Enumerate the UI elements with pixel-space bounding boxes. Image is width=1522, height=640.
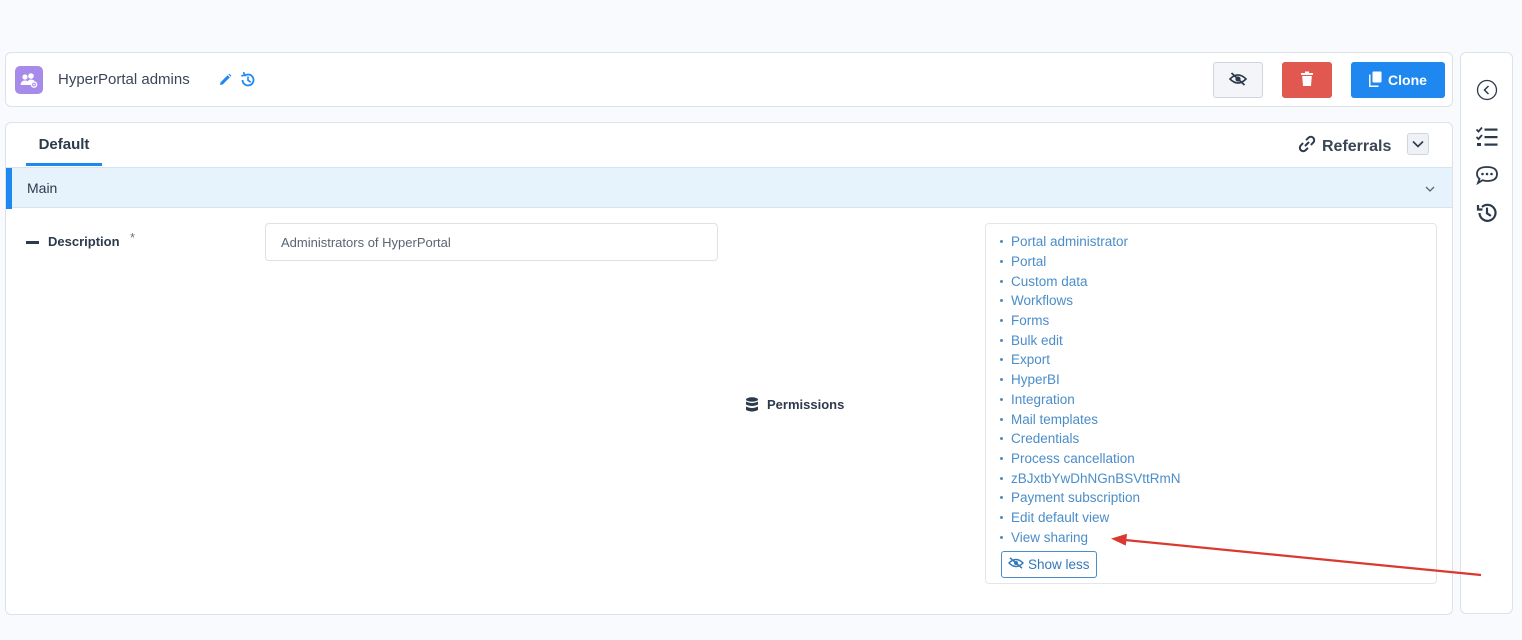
- permission-item[interactable]: Credentials: [1000, 429, 1181, 449]
- permission-item[interactable]: Workflows: [1000, 291, 1181, 311]
- tab-underline: [26, 163, 102, 166]
- permissions-list-box: Portal administrator Portal Custom data Wor…: [985, 223, 1437, 584]
- permission-item[interactable]: Bulk edit: [1000, 330, 1181, 350]
- bullet-icon: [1000, 319, 1003, 323]
- collapse-left-icon[interactable]: [1475, 78, 1499, 102]
- permission-item-label: Workflows: [1011, 293, 1074, 309]
- permission-item-label: Edit default view: [1011, 509, 1110, 525]
- permissions-label: Permissions: [767, 397, 845, 412]
- permissions-list: Portal administrator Portal Custom data Wor…: [1000, 232, 1181, 547]
- permission-item[interactable]: Portal administrator: [1000, 232, 1181, 252]
- bullet-icon: [1000, 378, 1003, 382]
- chevron-down-icon: [1424, 182, 1436, 194]
- permission-item-label: Portal administrator: [1011, 234, 1129, 250]
- referrals-dropdown-toggle[interactable]: [1407, 133, 1429, 155]
- right-sidebar: [1460, 52, 1513, 614]
- permission-item-label: zBJxtbYwDhNGnBSVttRmN: [1011, 470, 1181, 486]
- copy-icon: [1369, 71, 1382, 90]
- trash-icon: [1300, 71, 1314, 90]
- record-header: HyperPortal admins Clone: [5, 52, 1453, 107]
- history-icon[interactable]: [1475, 201, 1499, 225]
- permission-item[interactable]: Forms: [1000, 311, 1181, 331]
- permission-item-label: HyperBI: [1011, 372, 1060, 388]
- description-label: Description: [48, 234, 120, 249]
- bullet-icon: [1000, 476, 1003, 480]
- permission-item[interactable]: Payment subscription: [1000, 488, 1181, 508]
- bullet-icon: [1000, 535, 1003, 539]
- delete-button[interactable]: [1282, 62, 1332, 98]
- description-input[interactable]: [265, 223, 718, 261]
- bullet-icon: [1000, 397, 1003, 401]
- bullet-icon: [1000, 279, 1003, 283]
- record-body: Default Referrals Main Description * Per…: [5, 122, 1453, 615]
- clone-button[interactable]: Clone: [1351, 62, 1445, 98]
- hide-button[interactable]: [1213, 62, 1263, 98]
- permission-item-label: Integration: [1011, 391, 1075, 407]
- task-list-icon[interactable]: [1475, 125, 1499, 149]
- bullet-icon: [1000, 338, 1003, 342]
- permission-item-label: Credentials: [1011, 431, 1080, 447]
- users-gear-icon: [15, 66, 43, 94]
- permission-item-label: Payment subscription: [1011, 490, 1141, 506]
- referrals-link[interactable]: Referrals: [1298, 135, 1391, 158]
- eye-slash-icon: [1008, 557, 1024, 572]
- bullet-icon: [1000, 437, 1003, 441]
- eye-slash-icon: [1228, 71, 1248, 89]
- show-less-button[interactable]: Show less: [1001, 551, 1097, 578]
- permission-item[interactable]: zBJxtbYwDhNGnBSVttRmN: [1000, 468, 1181, 488]
- bullet-icon: [1000, 299, 1003, 303]
- section-main-header[interactable]: Main: [6, 167, 1452, 209]
- bullet-icon: [1000, 496, 1003, 500]
- permission-item-label: Export: [1011, 352, 1051, 368]
- permission-item[interactable]: Mail templates: [1000, 409, 1181, 429]
- permission-item-label: Bulk edit: [1011, 332, 1063, 348]
- required-marker: *: [130, 230, 136, 245]
- permission-item-label: Mail templates: [1011, 411, 1099, 427]
- bullet-icon: [1000, 417, 1003, 421]
- history-icon[interactable]: [239, 71, 257, 89]
- permission-item-label: View sharing: [1011, 529, 1089, 545]
- permission-item-label: Forms: [1011, 313, 1050, 329]
- permission-item[interactable]: Export: [1000, 350, 1181, 370]
- permission-item[interactable]: Integration: [1000, 390, 1181, 410]
- record-title: HyperPortal admins: [58, 71, 190, 88]
- bullet-icon: [1000, 515, 1003, 519]
- database-icon: [745, 397, 759, 413]
- link-icon: [1298, 135, 1316, 158]
- bullet-icon: [1000, 260, 1003, 264]
- permission-item[interactable]: Edit default view: [1000, 508, 1181, 528]
- tab-default[interactable]: Default: [26, 136, 102, 166]
- chevron-down-icon: [1412, 135, 1424, 153]
- bullet-icon: [1000, 240, 1003, 244]
- permission-item-label: Custom data: [1011, 273, 1088, 289]
- permission-item[interactable]: Custom data: [1000, 271, 1181, 291]
- section-accent: [6, 168, 12, 209]
- permission-item[interactable]: Process cancellation: [1000, 449, 1181, 469]
- permission-item-label: Portal: [1011, 254, 1047, 270]
- bullet-icon: [1000, 358, 1003, 362]
- referrals-label: Referrals: [1322, 137, 1392, 155]
- pencil-icon[interactable]: [218, 73, 232, 87]
- permission-item[interactable]: HyperBI: [1000, 370, 1181, 390]
- permission-item-label: Process cancellation: [1011, 450, 1135, 466]
- show-less-label: Show less: [1028, 557, 1090, 572]
- permission-item[interactable]: Portal: [1000, 252, 1181, 272]
- clone-button-label: Clone: [1388, 72, 1427, 88]
- section-title: Main: [27, 180, 58, 196]
- permission-item[interactable]: View sharing: [1000, 527, 1181, 547]
- minus-icon: [26, 241, 39, 244]
- bullet-icon: [1000, 456, 1003, 460]
- comments-icon[interactable]: [1475, 164, 1499, 188]
